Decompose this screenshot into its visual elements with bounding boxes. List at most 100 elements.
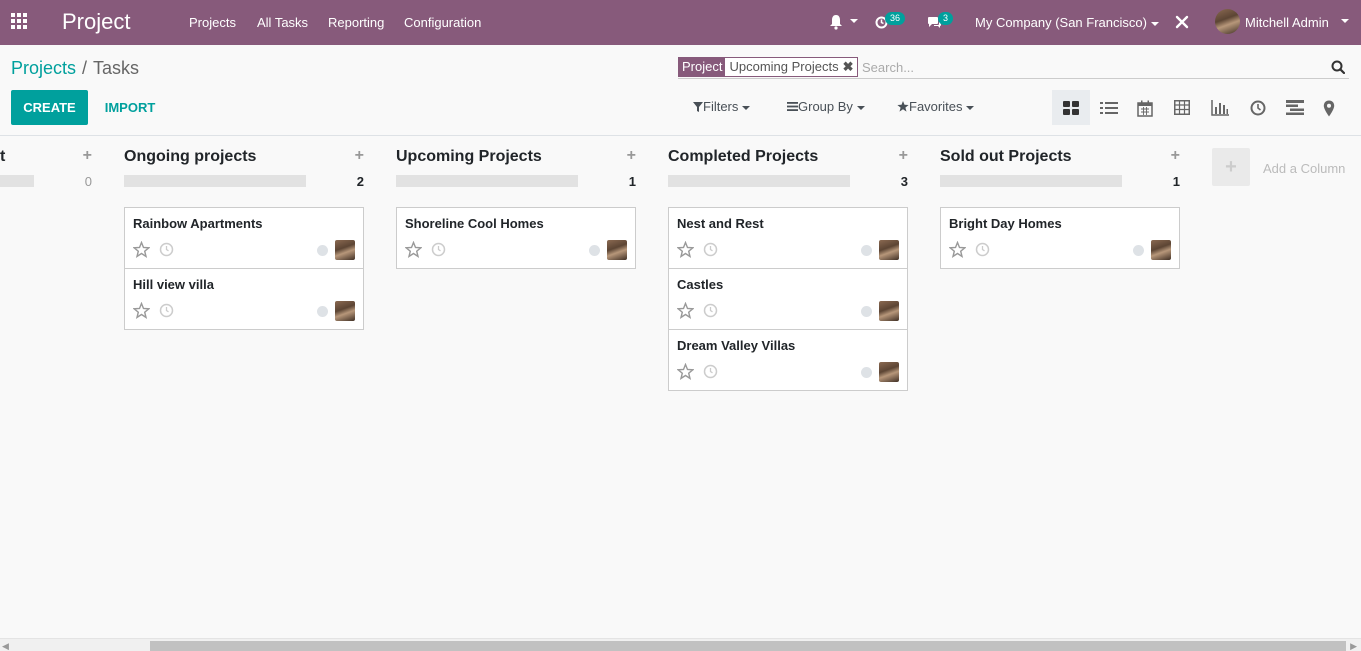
- breadcrumb-projects[interactable]: Projects: [11, 58, 76, 78]
- activities-menu[interactable]: 36: [875, 12, 915, 31]
- filters-dropdown[interactable]: Filters: [693, 99, 751, 115]
- apps-menu-icon[interactable]: [11, 13, 29, 31]
- kanban-state-icon[interactable]: [317, 306, 328, 317]
- graph-view-button[interactable]: [1201, 90, 1237, 125]
- quick-create-icon[interactable]: +: [355, 148, 364, 164]
- company-switcher[interactable]: My Company (San Francisco): [975, 15, 1159, 30]
- breadcrumb-current: Tasks: [93, 58, 140, 78]
- kanban-card[interactable]: Rainbow Apartments: [124, 207, 364, 269]
- top-navbar: Project Projects All Tasks Reporting Con…: [0, 0, 1361, 45]
- gantt-icon: [1286, 100, 1304, 115]
- quick-create-icon[interactable]: +: [899, 148, 908, 164]
- facet-remove-icon[interactable]: ✖: [842, 58, 858, 76]
- card-title: Castles: [677, 277, 724, 292]
- kanban-card[interactable]: Shoreline Cool Homes: [396, 207, 636, 269]
- facet-value: Upcoming Projects: [725, 58, 843, 76]
- assignee-avatar: [879, 301, 899, 321]
- quick-create-icon[interactable]: +: [1171, 148, 1180, 164]
- menu-configuration[interactable]: Configuration: [404, 15, 481, 30]
- calendar-icon: [1137, 100, 1153, 117]
- import-button[interactable]: IMPORT: [96, 90, 164, 125]
- star-icon[interactable]: [133, 241, 150, 258]
- kanban-card[interactable]: Nest and Rest: [668, 207, 908, 269]
- control-panel-divider: [0, 135, 1361, 136]
- kanban-state-icon[interactable]: [861, 306, 872, 317]
- card-title: Hill view villa: [133, 277, 214, 292]
- card-title: Bright Day Homes: [949, 216, 1062, 231]
- kanban-view-button[interactable]: [1052, 90, 1090, 125]
- kanban-state-icon[interactable]: [1133, 245, 1144, 256]
- kanban-card[interactable]: Dream Valley Villas: [668, 329, 908, 391]
- activity-clock-icon[interactable]: [703, 364, 718, 379]
- activity-clock-icon[interactable]: [431, 242, 446, 257]
- quick-create-icon[interactable]: +: [83, 148, 92, 164]
- column-title: Sold out Projects: [940, 148, 1072, 165]
- facet-label: Project: [679, 58, 726, 76]
- list-view-button[interactable]: [1090, 90, 1126, 125]
- breadcrumb: Projects / Tasks: [11, 58, 139, 79]
- search-bar: Project Upcoming Projects ✖: [678, 56, 1349, 79]
- assignee-avatar: [335, 240, 355, 260]
- app-title[interactable]: Project: [62, 9, 130, 35]
- column-count: 2: [356, 174, 364, 189]
- scroll-left-icon[interactable]: ◀: [2, 641, 9, 651]
- favorites-dropdown[interactable]: Favorites: [897, 99, 975, 115]
- column-progress-bar: [668, 175, 850, 187]
- group-by-dropdown[interactable]: Group By: [787, 99, 865, 115]
- kanban-state-icon[interactable]: [861, 245, 872, 256]
- messages-menu[interactable]: 3: [927, 12, 957, 31]
- horizontal-scrollbar[interactable]: ◀ ▶: [0, 638, 1361, 651]
- activity-clock-icon[interactable]: [975, 242, 990, 257]
- search-icon[interactable]: [1331, 60, 1345, 74]
- kanban-state-icon[interactable]: [317, 245, 328, 256]
- column-count: 1: [628, 174, 636, 189]
- bell-icon: [830, 15, 842, 30]
- quick-create-icon[interactable]: +: [627, 148, 636, 164]
- scroll-right-icon[interactable]: ▶: [1350, 641, 1357, 651]
- card-title: Rainbow Apartments: [133, 216, 263, 231]
- gantt-view-button[interactable]: [1276, 90, 1312, 125]
- activity-clock-icon[interactable]: [159, 242, 174, 257]
- column-title: Ongoing projects: [124, 148, 257, 165]
- debug-tools-icon[interactable]: [1175, 13, 1189, 31]
- star-icon[interactable]: [677, 241, 694, 258]
- kanban-state-icon[interactable]: [861, 367, 872, 378]
- activity-view-button[interactable]: [1240, 90, 1276, 125]
- star-icon: [897, 101, 909, 112]
- breadcrumb-separator: /: [82, 58, 88, 78]
- messages-count-badge: 3: [938, 12, 954, 25]
- star-icon[interactable]: [677, 363, 694, 380]
- menu-all-tasks[interactable]: All Tasks: [257, 15, 308, 30]
- pivot-view-button[interactable]: [1164, 90, 1200, 125]
- pivot-icon: [1174, 100, 1190, 115]
- star-icon[interactable]: [949, 241, 966, 258]
- company-name: My Company (San Francisco): [975, 15, 1147, 30]
- star-icon[interactable]: [405, 241, 422, 258]
- add-column-plus-icon[interactable]: +: [1212, 148, 1250, 186]
- column-progress-bar: [396, 175, 578, 187]
- activity-clock-icon[interactable]: [703, 242, 718, 257]
- user-avatar: [1215, 9, 1240, 34]
- kanban-card[interactable]: Castles: [668, 268, 908, 330]
- activity-clock-icon[interactable]: [703, 303, 718, 318]
- notifications-menu[interactable]: [829, 13, 859, 31]
- map-icon: [1323, 100, 1335, 117]
- menu-reporting[interactable]: Reporting: [328, 15, 384, 30]
- kanban-card[interactable]: Bright Day Homes: [940, 207, 1180, 269]
- map-view-button[interactable]: [1313, 90, 1343, 125]
- kanban-state-icon[interactable]: [589, 245, 600, 256]
- activity-clock-icon[interactable]: [159, 303, 174, 318]
- create-button[interactable]: CREATE: [11, 90, 88, 125]
- scrollbar-thumb[interactable]: [150, 641, 1346, 651]
- star-icon[interactable]: [133, 302, 150, 319]
- assignee-avatar: [607, 240, 627, 260]
- menu-projects[interactable]: Projects: [189, 15, 236, 30]
- card-title: Dream Valley Villas: [677, 338, 796, 353]
- user-menu[interactable]: Mitchell Admin: [1215, 9, 1355, 35]
- star-icon[interactable]: [677, 302, 694, 319]
- calendar-view-button[interactable]: [1127, 90, 1163, 125]
- search-input[interactable]: [862, 57, 1302, 77]
- add-column-label[interactable]: Add a Column: [1263, 161, 1345, 176]
- kanban-card[interactable]: Hill view villa: [124, 268, 364, 330]
- column-count: 1: [1172, 174, 1180, 189]
